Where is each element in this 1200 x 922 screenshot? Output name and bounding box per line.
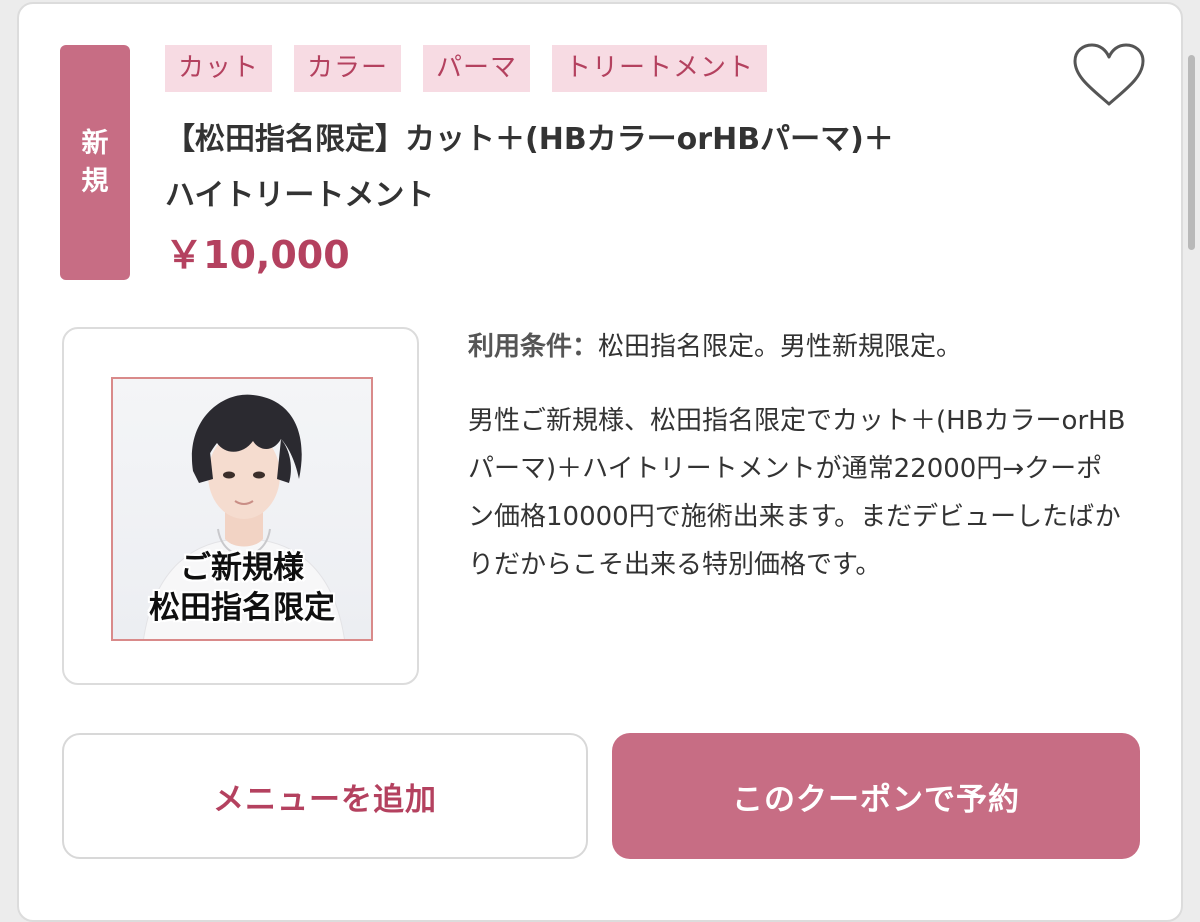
tag-treatment: トリートメント bbox=[552, 45, 768, 92]
tag-color: カラー bbox=[294, 45, 402, 92]
coupon-description: 男性ご新規様、松田指名限定でカット＋(HBカラーorHBパーマ)＋ハイトリートメ… bbox=[468, 406, 1126, 580]
coupon-title: 【松田指名限定】カット＋(HBカラーorHBパーマ)＋ ハイトリートメント bbox=[165, 112, 1045, 224]
stylist-photo: ご新規様 松田指名限定 bbox=[111, 377, 373, 641]
tag-cut: カット bbox=[165, 45, 273, 92]
photo-caption-line1: ご新規様 bbox=[180, 550, 304, 586]
coupon-title-line1: 【松田指名限定】カット＋(HBカラーorHBパーマ)＋ bbox=[165, 122, 894, 157]
coupon-price: ￥10,000 bbox=[165, 233, 350, 277]
add-menu-button[interactable]: メニューを追加 bbox=[62, 733, 588, 859]
usage-conditions: 利用条件：松田指名限定。男性新規限定。 bbox=[468, 325, 1148, 369]
new-badge-label: 新規 bbox=[81, 127, 109, 197]
category-tags: カット カラー パーマ トリートメント bbox=[165, 45, 768, 92]
reserve-with-coupon-button[interactable]: このクーポンで予約 bbox=[612, 733, 1140, 859]
coupon-title-line2: ハイトリートメント bbox=[165, 178, 435, 213]
tag-perm: パーマ bbox=[423, 45, 531, 92]
coupon-image-frame: ご新規様 松田指名限定 bbox=[62, 327, 419, 685]
new-customer-badge: 新規 bbox=[60, 45, 130, 280]
photo-caption-line2: 松田指名限定 bbox=[149, 590, 335, 626]
scrollbar[interactable] bbox=[1188, 55, 1195, 250]
usage-conditions-text: 松田指名限定。男性新規限定。 bbox=[598, 332, 963, 362]
usage-conditions-label: 利用条件： bbox=[468, 332, 599, 362]
heart-icon[interactable] bbox=[1072, 42, 1146, 108]
